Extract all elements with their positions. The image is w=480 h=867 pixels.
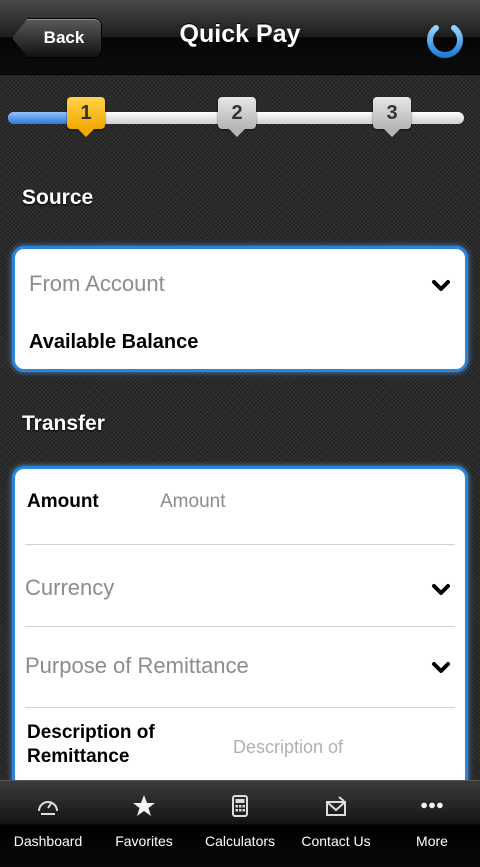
tab-contact-us[interactable]: Contact Us (288, 781, 384, 867)
star-icon (131, 793, 157, 819)
description-label-line1: Description of (27, 722, 155, 743)
row-divider (25, 544, 455, 545)
description-input[interactable]: Description of (233, 737, 343, 758)
amount-input[interactable]: Amount (160, 491, 225, 513)
source-heading: Source (22, 186, 94, 209)
step-2-marker: 2 (218, 97, 256, 137)
description-label-line2: Remittance (27, 746, 130, 767)
tab-calculators[interactable]: Calculators (192, 781, 288, 867)
power-icon[interactable] (424, 18, 466, 60)
source-card: From Account Available Balance (12, 246, 468, 372)
tab-label: Calculators (204, 833, 276, 849)
tab-label: Favorites (115, 833, 173, 849)
tab-favorites[interactable]: Favorites (96, 781, 192, 867)
page-title: Quick Pay (179, 20, 301, 48)
step-3-marker: 3 (373, 97, 411, 137)
available-balance-label: Available Balance (29, 331, 199, 353)
tab-label: More (416, 833, 448, 849)
navigation-bar: Back Quick Pay (0, 0, 480, 75)
amount-label: Amount (27, 491, 99, 512)
tab-more[interactable]: More (384, 781, 480, 867)
speedometer-icon (35, 793, 61, 819)
step-1-marker: 1 (67, 97, 105, 137)
from-account-select[interactable]: From Account (29, 271, 165, 297)
calculator-icon (227, 793, 253, 819)
more-dots-icon (419, 793, 445, 819)
tab-bar: Dashboard Favorites Calculators Contact … (0, 780, 480, 867)
back-button[interactable]: Back (12, 18, 102, 58)
tab-label: Contact Us (301, 833, 371, 849)
row-divider (25, 626, 455, 627)
currency-select[interactable]: Currency (25, 575, 114, 601)
row-divider (25, 707, 455, 708)
transfer-heading: Transfer (22, 412, 105, 435)
transfer-card: Amount Amount Currency Purpose of Remitt… (12, 466, 468, 826)
chevron-down-icon[interactable] (431, 279, 451, 293)
chevron-down-icon[interactable] (431, 583, 451, 597)
tab-label: Dashboard (13, 833, 83, 849)
purpose-select[interactable]: Purpose of Remittance (25, 653, 249, 679)
envelope-icon (323, 793, 349, 819)
description-label: Description of Remittance (27, 722, 217, 768)
chevron-down-icon[interactable] (431, 661, 451, 675)
tab-dashboard[interactable]: Dashboard (0, 781, 96, 867)
